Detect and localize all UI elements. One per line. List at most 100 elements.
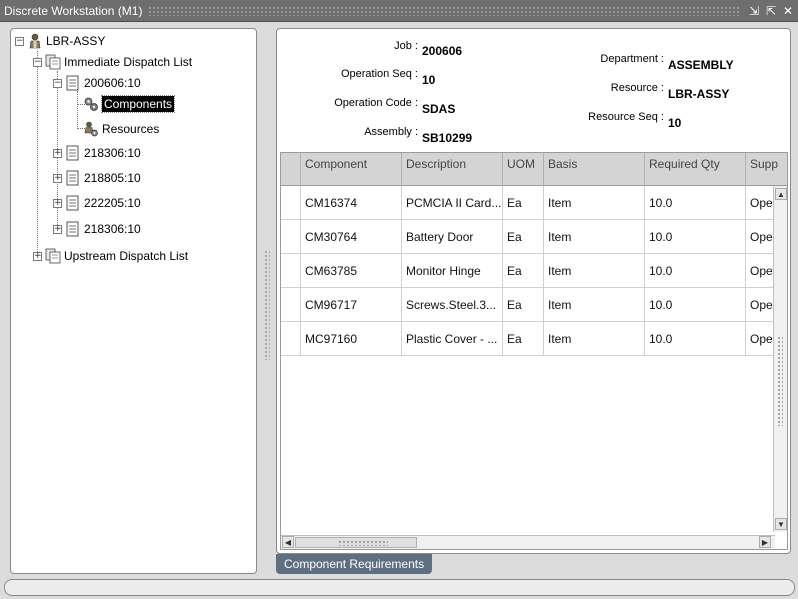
cell-component[interactable]: CM30764 <box>301 220 402 254</box>
tree-job-label: 218306:10 <box>84 222 141 236</box>
tree-line <box>77 91 78 129</box>
cell-description[interactable]: Battery Door <box>402 220 503 254</box>
cell-component[interactable]: CM16374 <box>301 186 402 220</box>
cell-uom[interactable]: Ea <box>503 322 544 356</box>
minimize-icon[interactable]: ⇲ <box>747 4 761 18</box>
vertical-scrollbar[interactable]: ▲ ▼ <box>773 186 787 532</box>
resource-value: LBR-ASSY <box>668 87 730 101</box>
tree-job-label: 218306:10 <box>84 146 141 160</box>
column-header-description[interactable]: Description <box>402 153 503 186</box>
cell-supply[interactable]: Ope <box>746 322 773 356</box>
cell-required-qty[interactable]: 10.0 <box>645 220 746 254</box>
resource-label: Resource : <box>610 82 664 94</box>
cell-basis[interactable]: Item <box>544 220 645 254</box>
tree-resources-label: Resources <box>102 122 160 136</box>
row-selector-header <box>281 153 301 186</box>
tree-node-job[interactable]: + 218805:10 <box>53 169 141 187</box>
cell-uom[interactable]: Ea <box>503 186 544 220</box>
expand-icon[interactable]: + <box>53 224 62 234</box>
person-icon <box>29 33 41 49</box>
close-icon[interactable]: ✕ <box>781 4 795 18</box>
cell-component[interactable]: CM96717 <box>301 288 402 322</box>
navigator-tree-panel: − LBR-ASSY − Immediate Dispatch List − 2… <box>10 28 257 574</box>
scroll-up-icon[interactable]: ▲ <box>775 188 787 200</box>
cell-required-qty[interactable]: 10.0 <box>645 322 746 356</box>
cell-supply[interactable]: Ope <box>746 220 773 254</box>
scroll-left-icon[interactable]: ◀ <box>282 536 294 548</box>
tree-node-job-selected[interactable]: − 200606:10 <box>53 74 141 92</box>
job-value: 200606 <box>422 44 463 58</box>
row-selector[interactable] <box>281 288 301 322</box>
department-value: ASSEMBLY <box>668 58 734 72</box>
tree-node-job[interactable]: + 222205:10 <box>53 194 141 212</box>
title-bar-grip <box>148 5 741 16</box>
cell-uom[interactable]: Ea <box>503 254 544 288</box>
cell-component[interactable]: MC97160 <box>301 322 402 356</box>
tree-line <box>37 51 38 256</box>
job-label: Job : <box>394 40 418 52</box>
expand-icon[interactable]: + <box>33 251 42 261</box>
column-header-component[interactable]: Component <box>301 153 402 186</box>
expand-icon[interactable]: + <box>53 173 62 183</box>
collapse-icon[interactable]: − <box>53 78 62 88</box>
cell-description[interactable]: Plastic Cover - ... <box>402 322 503 356</box>
cell-required-qty[interactable]: 10.0 <box>645 288 746 322</box>
panel-splitter[interactable] <box>264 250 270 360</box>
table-row[interactable]: MC97160 Plastic Cover - ... Ea Item 10.0… <box>281 322 773 356</box>
document-icon <box>66 145 79 161</box>
tab-component-requirements[interactable]: Component Requirements <box>276 554 433 574</box>
cell-description[interactable]: PCMCIA II Card... <box>402 186 503 220</box>
cell-basis[interactable]: Item <box>544 186 645 220</box>
documents-icon <box>45 248 61 264</box>
tree-node-root[interactable]: − LBR-ASSY <box>15 32 105 50</box>
scroll-right-icon[interactable]: ▶ <box>759 536 771 548</box>
column-header-uom[interactable]: UOM <box>503 153 544 186</box>
cell-description[interactable]: Monitor Hinge <box>402 254 503 288</box>
resource-seq-value: 10 <box>668 116 682 130</box>
table-row[interactable]: CM30764 Battery Door Ea Item 10.0 Ope <box>281 220 773 254</box>
row-selector[interactable] <box>281 322 301 356</box>
operation-seq-value: 10 <box>422 73 436 87</box>
table-row[interactable]: CM16374 PCMCIA II Card... Ea Item 10.0 O… <box>281 186 773 220</box>
column-header-supply[interactable]: Supp <box>746 153 787 186</box>
cell-component[interactable]: CM63785 <box>301 254 402 288</box>
row-selector[interactable] <box>281 254 301 288</box>
cell-uom[interactable]: Ea <box>503 288 544 322</box>
cell-basis[interactable]: Item <box>544 288 645 322</box>
tree-node-components[interactable]: Components <box>83 95 176 113</box>
operation-code-label: Operation Code : <box>334 97 418 109</box>
tree-node-job[interactable]: + 218306:10 <box>53 220 141 238</box>
cell-supply[interactable]: Ope <box>746 186 773 220</box>
column-header-required-qty[interactable]: Required Qty <box>645 153 746 186</box>
cell-basis[interactable]: Item <box>544 254 645 288</box>
cell-required-qty[interactable]: 10.0 <box>645 186 746 220</box>
table-row[interactable]: CM63785 Monitor Hinge Ea Item 10.0 Ope <box>281 254 773 288</box>
status-bar <box>4 579 795 596</box>
maximize-icon[interactable]: ⇱ <box>764 4 778 18</box>
table-row[interactable]: CM96717 Screws.Steel.3... Ea Item 10.0 O… <box>281 288 773 322</box>
row-selector[interactable] <box>281 186 301 220</box>
horizontal-scroll-thumb[interactable] <box>295 537 417 548</box>
tree-node-job[interactable]: + 218306:10 <box>53 144 141 162</box>
cell-description[interactable]: Screws.Steel.3... <box>402 288 503 322</box>
collapse-icon[interactable]: − <box>15 36 24 46</box>
horizontal-scrollbar[interactable]: ◀ ▶ <box>281 535 775 549</box>
column-header-basis[interactable]: Basis <box>544 153 645 186</box>
window-title-bar[interactable]: Discrete Workstation (M1) ⇲ ⇱ ✕ <box>0 0 798 22</box>
cell-basis[interactable]: Item <box>544 322 645 356</box>
tree-node-immediate-dispatch[interactable]: − Immediate Dispatch List <box>33 53 192 71</box>
tree-node-upstream-dispatch[interactable]: + Upstream Dispatch List <box>33 247 188 265</box>
collapse-icon[interactable]: − <box>33 57 42 67</box>
cell-supply[interactable]: Ope <box>746 288 773 322</box>
cell-uom[interactable]: Ea <box>503 220 544 254</box>
scroll-down-icon[interactable]: ▼ <box>775 518 787 530</box>
tree-node-resources[interactable]: Resources <box>83 120 159 138</box>
resource-seq-label: Resource Seq : <box>588 111 664 123</box>
document-icon <box>66 221 79 237</box>
row-selector[interactable] <box>281 220 301 254</box>
document-icon <box>66 75 79 91</box>
cell-supply[interactable]: Ope <box>746 254 773 288</box>
expand-icon[interactable]: + <box>53 198 62 208</box>
expand-icon[interactable]: + <box>53 148 62 158</box>
cell-required-qty[interactable]: 10.0 <box>645 254 746 288</box>
